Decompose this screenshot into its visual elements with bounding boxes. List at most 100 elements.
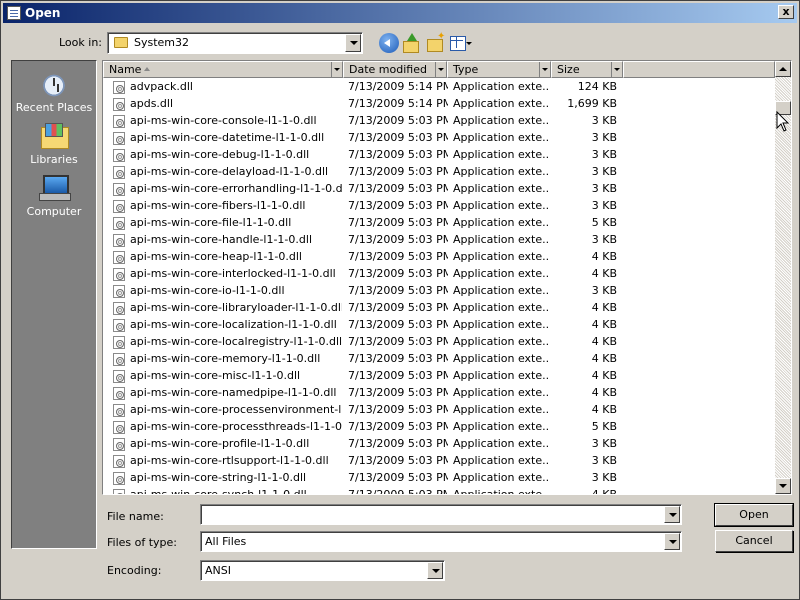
table-row[interactable]: api-ms-win-core-memory-l1-1-0.dll 7/13/20… bbox=[103, 351, 775, 368]
table-row[interactable]: api-ms-win-core-fibers-l1-1-0.dll 7/13/20… bbox=[103, 198, 775, 215]
place-computer[interactable]: Computer bbox=[12, 169, 96, 219]
window-title: Open bbox=[25, 6, 61, 20]
chevron-down-icon[interactable] bbox=[664, 533, 680, 550]
dll-file-icon bbox=[113, 319, 125, 332]
dll-file-icon bbox=[113, 404, 125, 417]
chevron-down-icon[interactable] bbox=[345, 34, 361, 52]
dll-file-icon bbox=[113, 251, 125, 264]
table-row[interactable]: api-ms-win-core-libraryloader-l1-1-0.dll… bbox=[103, 300, 775, 317]
look-in-dropdown[interactable]: System32 bbox=[107, 32, 363, 54]
column-size[interactable]: Size bbox=[551, 61, 623, 78]
file-name-cell: api-ms-win-core-heap-l1-1-0.dll bbox=[130, 250, 302, 263]
file-name-cell: api-ms-win-core-synch-l1-1-0.dll bbox=[130, 488, 307, 495]
open-button[interactable]: Open bbox=[714, 503, 794, 527]
column-filter-icon[interactable] bbox=[435, 62, 446, 77]
table-row[interactable]: api-ms-win-core-localization-l1-1-0.dll 7… bbox=[103, 317, 775, 334]
table-row[interactable]: api-ms-win-core-datetime-l1-1-0.dll 7/13/… bbox=[103, 130, 775, 147]
date-modified-cell: 7/13/2009 5:03 PM bbox=[348, 131, 448, 144]
table-row[interactable]: api-ms-win-core-errorhandling-l1-1-0.dll… bbox=[103, 181, 775, 198]
sort-ascending-icon bbox=[144, 67, 150, 71]
up-folder-icon[interactable] bbox=[401, 33, 421, 53]
date-modified-cell: 7/13/2009 5:03 PM bbox=[348, 148, 448, 161]
table-row[interactable]: api-ms-win-core-processthreads-l1-1-0.dl… bbox=[103, 419, 775, 436]
table-row[interactable]: api-ms-win-core-heap-l1-1-0.dll 7/13/2009… bbox=[103, 249, 775, 266]
type-cell: Application exte... bbox=[453, 369, 549, 382]
size-cell: 1,699 KB bbox=[567, 97, 617, 110]
encoding-dropdown[interactable]: ANSI bbox=[200, 560, 445, 581]
type-cell: Application exte... bbox=[453, 216, 549, 229]
size-cell: 3 KB bbox=[591, 165, 617, 178]
date-modified-cell: 7/13/2009 5:03 PM bbox=[348, 182, 448, 195]
date-modified-cell: 7/13/2009 5:03 PM bbox=[348, 335, 448, 348]
place-label: Recent Places bbox=[15, 101, 93, 114]
table-row[interactable]: api-ms-win-core-localregistry-l1-1-0.dll… bbox=[103, 334, 775, 351]
table-row[interactable]: advpack.dll 7/13/2009 5:14 PM Application … bbox=[103, 79, 775, 96]
table-row[interactable]: api-ms-win-core-string-l1-1-0.dll 7/13/20… bbox=[103, 470, 775, 487]
date-modified-cell: 7/13/2009 5:03 PM bbox=[348, 352, 448, 365]
table-row[interactable]: api-ms-win-core-rtlsupport-l1-1-0.dll 7/1… bbox=[103, 453, 775, 470]
size-cell: 3 KB bbox=[591, 148, 617, 161]
title-bar[interactable]: Open x bbox=[3, 3, 797, 23]
type-cell: Application exte... bbox=[453, 199, 549, 212]
files-of-type-dropdown[interactable]: All Files bbox=[200, 531, 682, 552]
close-button[interactable]: x bbox=[778, 5, 794, 19]
file-name-field[interactable] bbox=[200, 504, 682, 525]
column-filter-icon[interactable] bbox=[331, 62, 342, 77]
table-row[interactable]: api-ms-win-core-debug-l1-1-0.dll 7/13/200… bbox=[103, 147, 775, 164]
file-name-cell: api-ms-win-core-console-l1-1-0.dll bbox=[130, 114, 317, 127]
new-folder-icon[interactable] bbox=[425, 31, 445, 53]
column-header: Name Date modified Type Size bbox=[103, 61, 775, 78]
column-label: Name bbox=[109, 63, 142, 76]
views-menu-icon[interactable] bbox=[449, 33, 473, 53]
dll-file-icon bbox=[113, 81, 125, 94]
file-name-cell: api-ms-win-core-io-l1-1-0.dll bbox=[130, 284, 285, 297]
look-in-value: System32 bbox=[134, 36, 190, 49]
table-row[interactable]: api-ms-win-core-file-l1-1-0.dll 7/13/2009… bbox=[103, 215, 775, 232]
file-name-cell: api-ms-win-core-fibers-l1-1-0.dll bbox=[130, 199, 306, 212]
file-name-cell: api-ms-win-core-localregistry-l1-1-0.dll bbox=[130, 335, 342, 348]
table-row[interactable]: api-ms-win-core-io-l1-1-0.dll 7/13/2009 5… bbox=[103, 283, 775, 300]
dll-file-icon bbox=[113, 166, 125, 179]
table-row[interactable]: api-ms-win-core-handle-l1-1-0.dll 7/13/20… bbox=[103, 232, 775, 249]
type-cell: Application exte... bbox=[453, 80, 549, 93]
table-row[interactable]: api-ms-win-core-namedpipe-l1-1-0.dll 7/13… bbox=[103, 385, 775, 402]
type-cell: Application exte... bbox=[453, 148, 549, 161]
chevron-down-icon[interactable] bbox=[427, 562, 443, 579]
column-date-modified[interactable]: Date modified bbox=[343, 61, 447, 78]
dll-file-icon bbox=[113, 98, 125, 111]
type-cell: Application exte... bbox=[453, 454, 549, 467]
column-type[interactable]: Type bbox=[447, 61, 551, 78]
back-icon[interactable] bbox=[379, 33, 399, 53]
type-cell: Application exte... bbox=[453, 437, 549, 450]
file-name-cell: advpack.dll bbox=[130, 80, 193, 93]
date-modified-cell: 7/13/2009 5:03 PM bbox=[348, 454, 448, 467]
dll-file-icon bbox=[113, 183, 125, 196]
open-dialog: Open x Look in: System32 Recent Places L… bbox=[0, 0, 800, 600]
date-modified-cell: 7/13/2009 5:03 PM bbox=[348, 488, 448, 495]
table-row[interactable]: api-ms-win-core-interlocked-l1-1-0.dll 7/… bbox=[103, 266, 775, 283]
file-list[interactable]: Name Date modified Type Size advpack.dll… bbox=[102, 60, 792, 495]
type-cell: Application exte... bbox=[453, 267, 549, 280]
chevron-down-icon[interactable] bbox=[664, 506, 680, 523]
place-recent-places[interactable]: Recent Places bbox=[12, 65, 96, 115]
date-modified-cell: 7/13/2009 5:03 PM bbox=[348, 437, 448, 450]
size-cell: 4 KB bbox=[591, 369, 617, 382]
table-row[interactable]: api-ms-win-core-console-l1-1-0.dll 7/13/2… bbox=[103, 113, 775, 130]
table-row[interactable]: api-ms-win-core-delayload-l1-1-0.dll 7/13… bbox=[103, 164, 775, 181]
table-row[interactable]: api-ms-win-core-misc-l1-1-0.dll 7/13/2009… bbox=[103, 368, 775, 385]
table-row[interactable]: api-ms-win-core-profile-l1-1-0.dll 7/13/2… bbox=[103, 436, 775, 453]
size-cell: 4 KB bbox=[591, 488, 617, 495]
cancel-button[interactable]: Cancel bbox=[715, 530, 793, 552]
column-name[interactable]: Name bbox=[103, 61, 343, 78]
table-row[interactable]: apds.dll 7/13/2009 5:14 PM Application ext… bbox=[103, 96, 775, 113]
dll-file-icon bbox=[113, 132, 125, 145]
table-row[interactable]: api-ms-win-core-processenvironment-l1-..… bbox=[103, 402, 775, 419]
type-cell: Application exte... bbox=[453, 301, 549, 314]
dll-file-icon bbox=[113, 472, 125, 485]
scroll-up-button[interactable] bbox=[775, 61, 791, 77]
scroll-down-button[interactable] bbox=[775, 478, 791, 494]
column-filter-icon[interactable] bbox=[539, 62, 550, 77]
table-row[interactable]: api-ms-win-core-synch-l1-1-0.dll 7/13/200… bbox=[103, 487, 775, 495]
place-libraries[interactable]: Libraries bbox=[12, 117, 96, 167]
column-filter-icon[interactable] bbox=[611, 62, 622, 77]
